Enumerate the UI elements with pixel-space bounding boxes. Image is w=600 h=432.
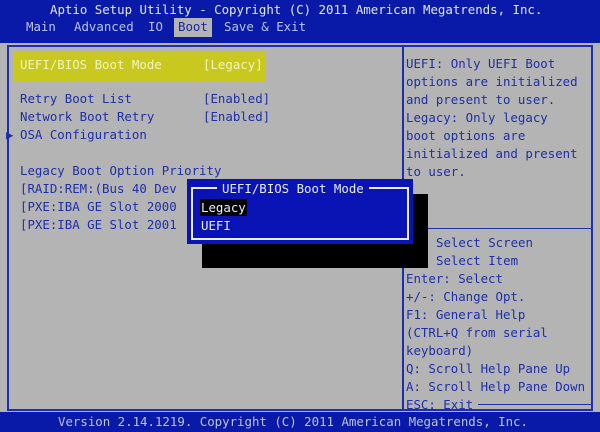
popup-title: UEFI/BIOS Boot Mode: [217, 180, 369, 198]
key-help: Select Screen: [436, 235, 533, 250]
key-help: A: Scroll Help Pane Down: [406, 379, 586, 394]
app-title: Aptio Setup Utility - Copyright (C) 2011…: [50, 2, 543, 17]
help-divider: [404, 228, 591, 229]
header-bar: Aptio Setup Utility - Copyright (C) 2011…: [0, 0, 600, 43]
esc-line: [478, 404, 591, 405]
popup-option-legacy[interactable]: Legacy: [200, 199, 247, 216]
setting-value[interactable]: [Enabled]: [203, 90, 270, 108]
setting-retry-boot-list[interactable]: Retry Boot List: [20, 90, 132, 108]
popup-option-uefi[interactable]: UEFI: [200, 217, 232, 234]
help-text: UEFI: Only UEFI Boot: [406, 56, 556, 71]
tab-io[interactable]: IO: [144, 18, 167, 37]
help-text: to user.: [406, 164, 466, 179]
help-text: and present to user.: [406, 92, 556, 107]
setting-value: [Legacy]: [203, 57, 263, 72]
tab-main[interactable]: Main: [22, 18, 60, 37]
section-heading: Legacy Boot Option Priority: [20, 163, 222, 178]
submenu-osa-configuration[interactable]: OSA Configuration: [20, 126, 147, 144]
footer-bar: Version 2.14.1219. Copyright (C) 2011 Am…: [0, 412, 600, 432]
tab-save-exit[interactable]: Save & Exit: [220, 18, 310, 37]
key-help: Q: Scroll Help Pane Up: [406, 361, 571, 376]
setting-label: UEFI/BIOS Boot Mode: [20, 57, 162, 72]
boot-option[interactable]: [PXE:IBA GE Slot 2001: [20, 216, 177, 234]
key-help: (CTRL+Q from serial: [406, 325, 548, 340]
tab-advanced[interactable]: Advanced: [70, 18, 138, 37]
boot-mode-popup: UEFI/BIOS Boot Mode Legacy UEFI: [187, 179, 413, 244]
help-text: options are initialized: [406, 74, 578, 89]
key-help: keyboard): [406, 343, 474, 358]
help-text: initialized and present: [406, 146, 578, 161]
setting-boot-mode[interactable]: UEFI/BIOS Boot Mode [Legacy]: [14, 51, 266, 81]
help-text: Legacy: Only legacy: [406, 110, 548, 125]
key-help: Select Item: [436, 253, 519, 268]
key-help: Enter: Select: [406, 271, 503, 286]
help-text: boot options are: [406, 128, 526, 143]
key-help: F1: General Help: [406, 307, 526, 322]
setting-network-boot-retry[interactable]: Network Boot Retry: [20, 108, 154, 126]
boot-option[interactable]: [PXE:IBA GE Slot 2000: [20, 198, 177, 216]
tab-boot[interactable]: Boot: [174, 18, 212, 37]
key-help: +/-: Change Opt.: [406, 289, 526, 304]
setting-value[interactable]: [Enabled]: [203, 108, 270, 126]
boot-option[interactable]: [RAID:REM:(Bus 40 Dev: [20, 180, 177, 198]
footer-version: Version 2.14.1219. Copyright (C) 2011 Am…: [58, 414, 528, 429]
submenu-arrow-icon: ▶: [6, 127, 14, 142]
